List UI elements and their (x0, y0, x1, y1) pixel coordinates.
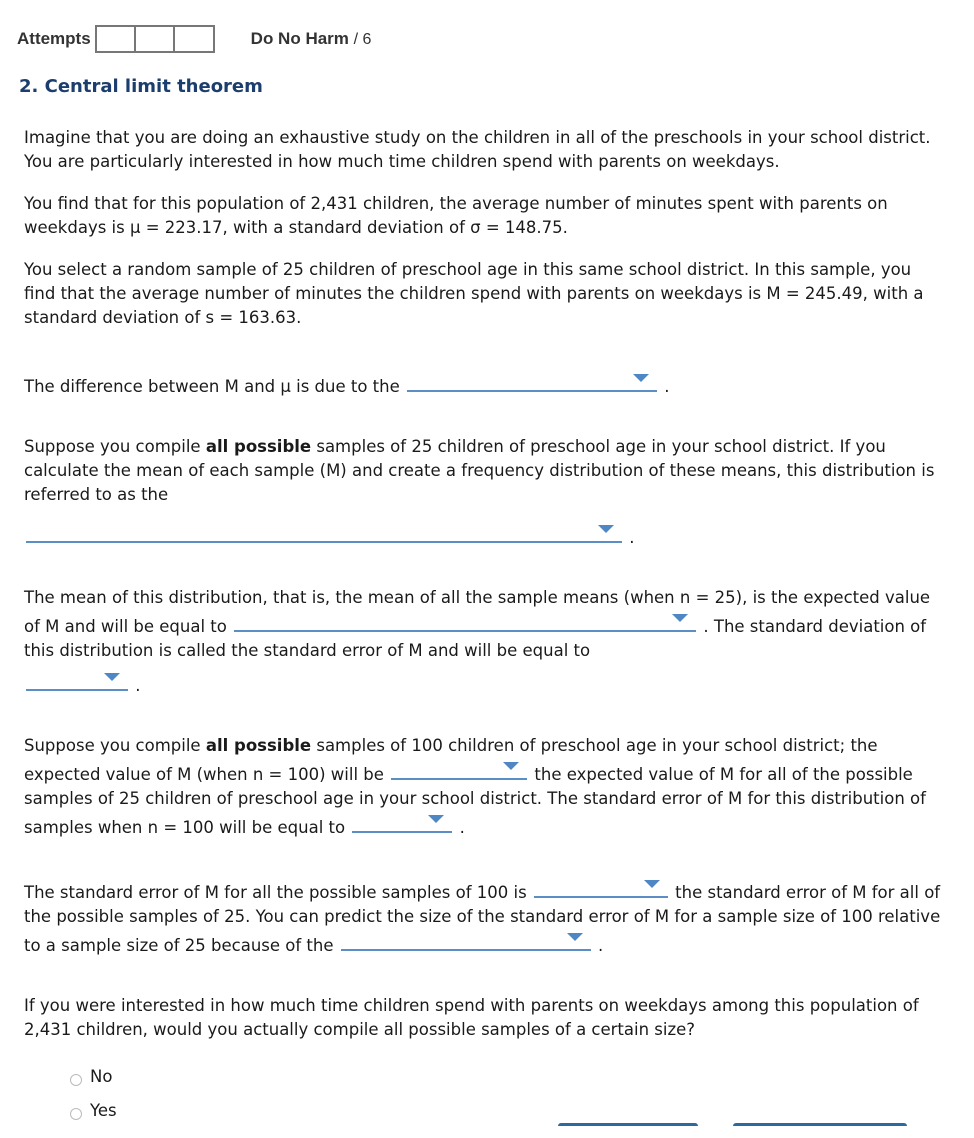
question-4: Suppose you compile all possible samples… (24, 734, 944, 840)
dropdown-arrow-icon (672, 614, 689, 622)
radio-button[interactable] (70, 1108, 82, 1120)
question-1: The difference between M and μ is due to… (24, 370, 944, 399)
score-label: Do No Harm (250, 29, 349, 48)
dropdown-standard-error-comparison[interactable] (533, 876, 668, 898)
dropdown-expected-value[interactable] (234, 610, 697, 632)
question-3: The mean of this distribution, that is, … (24, 586, 944, 698)
attempt-boxes (94, 25, 215, 53)
q4-end: . (459, 818, 465, 837)
q5-end: . (598, 936, 604, 955)
q2-bold: all possible (205, 437, 312, 456)
dropdown-distribution-name[interactable] (26, 521, 622, 543)
intro-paragraph: Imagine that you are doing an exhaustive… (24, 128, 931, 171)
attempts-label: Attempts (17, 29, 91, 48)
q4-text: Suppose you compile (24, 736, 206, 755)
dropdown-standard-error[interactable] (26, 669, 128, 691)
dropdown-standard-error-100[interactable] (352, 811, 453, 833)
score: Do No Harm / 6 (251, 29, 372, 49)
save-button[interactable] (733, 1123, 907, 1138)
radio-button[interactable] (70, 1074, 82, 1086)
grade-button[interactable] (558, 1123, 698, 1138)
radio-label: No (90, 1067, 113, 1086)
question-6: If you were interested in how much time … (24, 996, 919, 1039)
score-total: / 6 (353, 31, 372, 48)
dropdown-arrow-icon (428, 815, 445, 823)
dropdown-arrow-icon (598, 525, 614, 533)
attempt-box (97, 27, 136, 51)
q2-text: Suppose you compile (24, 437, 206, 456)
attempt-box (175, 27, 213, 51)
dropdown-arrow-icon (503, 762, 520, 770)
q1-text: The difference between M and μ is due to… (24, 377, 400, 396)
q2-end: . (629, 528, 635, 547)
dropdown-arrow-icon (104, 673, 120, 681)
attempts-bar: Attempts Do No Harm / 6 (17, 25, 372, 53)
dropdown-expected-value-comparison[interactable] (391, 758, 528, 780)
dropdown-difference-cause[interactable] (407, 370, 658, 392)
dropdown-arrow-icon (643, 880, 660, 888)
question-title: 2. Central limit theorem (19, 76, 263, 97)
question-2: Suppose you compile all possible samples… (24, 435, 944, 550)
q1-end: . (664, 377, 670, 396)
dropdown-prediction-reason[interactable] (340, 929, 591, 951)
q3-end: . (135, 676, 141, 695)
intro-paragraph: You find that for this population of 2,4… (24, 194, 888, 237)
radio-group: No Yes (24, 1060, 944, 1128)
intro-paragraph: You select a random sample of 25 childre… (24, 260, 924, 327)
dropdown-arrow-icon (633, 374, 650, 382)
attempt-box (136, 27, 175, 51)
q5-text: The standard error of M for all the poss… (24, 883, 527, 902)
question-body: Imagine that you are doing an exhaustive… (24, 126, 944, 1128)
radio-label: Yes (90, 1101, 117, 1120)
q4-bold: all possible (205, 736, 312, 755)
radio-option-no[interactable]: No (70, 1060, 944, 1094)
question-5: The standard error of M for all the poss… (24, 876, 944, 958)
dropdown-arrow-icon (566, 933, 583, 941)
